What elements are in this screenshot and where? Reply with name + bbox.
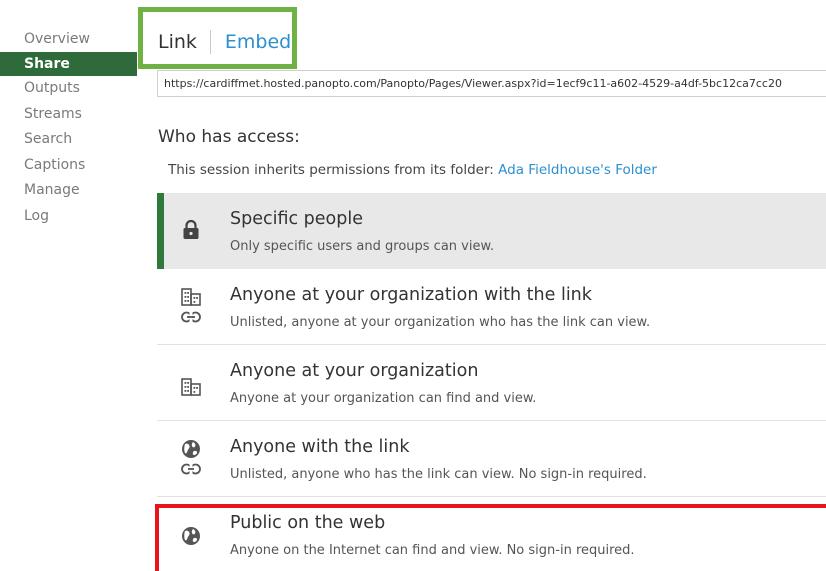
sidebar-item-captions[interactable]: Captions (0, 153, 137, 179)
sidebar-item-search[interactable]: Search (0, 127, 137, 153)
option-description: Only specific users and groups can view. (230, 239, 495, 254)
building-icon (181, 378, 201, 396)
share-page: Overview Share Outputs Streams Search Ca… (0, 0, 826, 571)
option-description: Unlisted, anyone who has the link can vi… (230, 467, 647, 482)
sidebar-item-overview[interactable]: Overview (0, 26, 137, 52)
option-icons (181, 421, 207, 496)
access-heading: Who has access: (158, 127, 300, 147)
access-option-specific-people[interactable]: Specific people Only specific users and … (157, 193, 826, 269)
sidebar-item-log[interactable]: Log (0, 204, 137, 230)
option-title: Anyone at your organization (230, 361, 479, 381)
access-option-anyone-with-link[interactable]: Anyone with the link Unlisted, anyone wh… (157, 421, 826, 497)
option-icons (181, 497, 207, 571)
lock-icon (183, 219, 199, 239)
option-title: Specific people (230, 209, 363, 229)
sidebar: Overview Share Outputs Streams Search Ca… (0, 26, 137, 229)
option-icons (181, 269, 207, 344)
tab-divider (209, 30, 211, 54)
share-tabs: Link Embed (158, 27, 291, 57)
sidebar-item-streams[interactable]: Streams (0, 102, 137, 128)
option-description: Anyone on the Internet can find and view… (230, 543, 635, 558)
inherit-text: This session inherits permissions from i… (168, 162, 494, 178)
building-icon (181, 288, 201, 306)
inherit-note: This session inherits permissions from i… (168, 162, 657, 178)
access-option-org[interactable]: Anyone at your organization Anyone at yo… (157, 345, 826, 421)
link-icon (181, 463, 201, 475)
folder-link[interactable]: Ada Fieldhouse's Folder (498, 162, 657, 178)
option-title: Anyone at your organization with the lin… (230, 285, 592, 305)
link-icon (181, 311, 201, 323)
option-description: Anyone at your organization can find and… (230, 391, 537, 406)
globe-icon (182, 527, 200, 545)
globe-icon (182, 440, 200, 458)
access-option-public[interactable]: Public on the web Anyone on the Internet… (157, 497, 826, 571)
sidebar-item-manage[interactable]: Manage (0, 178, 137, 204)
access-option-org-with-link[interactable]: Anyone at your organization with the lin… (157, 269, 826, 345)
option-title: Anyone with the link (230, 437, 410, 457)
option-icons (181, 345, 207, 420)
tab-link[interactable]: Link (158, 31, 197, 53)
option-icons (181, 193, 207, 269)
sidebar-item-share[interactable]: Share (0, 52, 137, 76)
sidebar-item-outputs[interactable]: Outputs (0, 76, 137, 102)
tab-embed[interactable]: Embed (225, 31, 291, 53)
access-options: Specific people Only specific users and … (157, 193, 826, 571)
option-description: Unlisted, anyone at your organization wh… (230, 315, 651, 330)
option-title: Public on the web (230, 513, 386, 533)
share-url-field[interactable] (157, 70, 826, 97)
